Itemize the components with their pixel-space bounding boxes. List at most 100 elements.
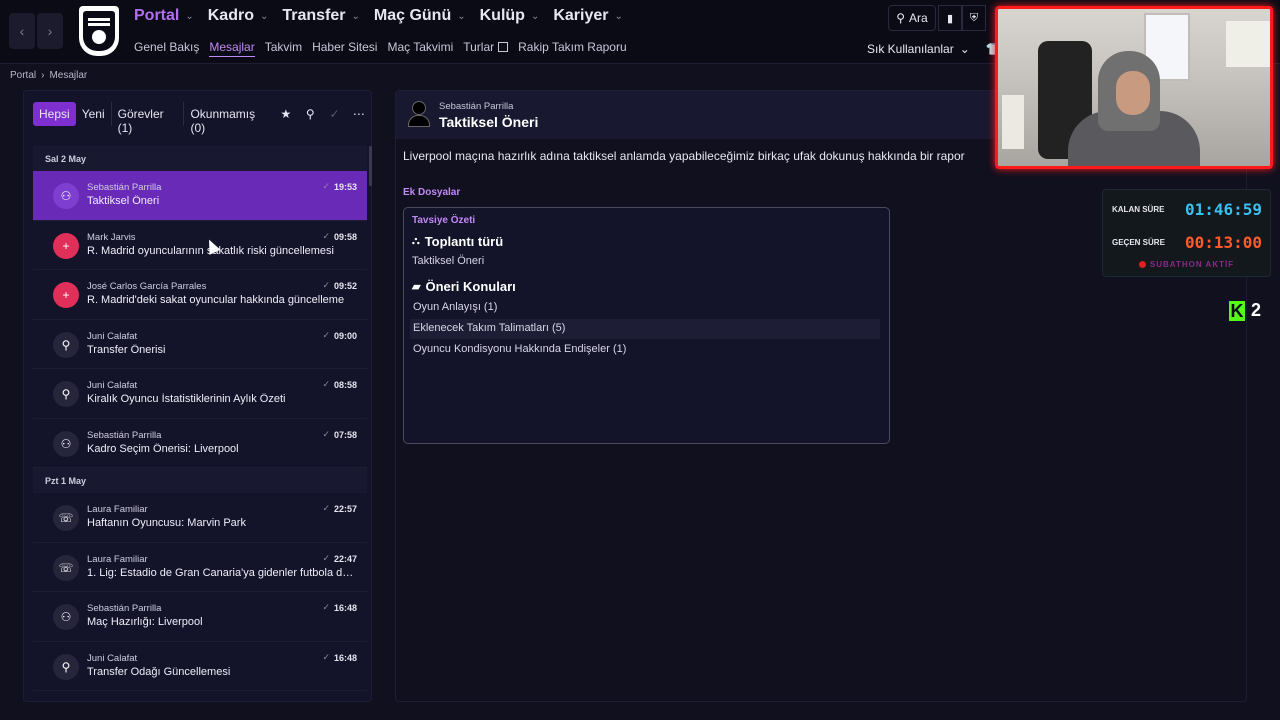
topic-row[interactable]: Oyun Anlayışı (1) [410,298,880,318]
subathon-status-label: SUBATHON AKTİF [1149,260,1235,269]
subnav-genel-bakis[interactable]: Genel Bakış [134,40,199,57]
msg-time: 16:48 [333,652,357,663]
club-crest-icon[interactable] [79,6,119,56]
read-check-icon: ✓ [322,503,330,513]
msg-subject: Taktiksel Öneri [87,195,160,207]
message-sender[interactable]: Sebastián Parrilla [439,101,513,112]
filter-okunmamis[interactable]: Okunmamış (0) [184,102,273,135]
msg-sender: Laura Familiar [87,504,148,515]
list-item[interactable]: + José Carlos García Parrales R. Madrid'… [33,270,367,320]
read-check-icon: ✓ [322,379,330,389]
subnav-mac-takvimi[interactable]: Maç Takvimi [387,40,453,57]
breadcrumb-portal[interactable]: Portal [10,70,36,81]
msg-time: 09:52 [333,281,357,291]
webcam-overlay [995,6,1273,169]
msg-time: 07:58 [333,429,357,440]
list-item[interactable]: + Mark Jarvis R. Madrid oyuncularının sa… [33,220,367,270]
scout-icon: ⚲ [53,331,79,358]
day-header: Pzt 1 May [33,468,367,493]
subnav-mesajlar[interactable]: Mesajlar [209,40,255,57]
msg-subject: Transfer Önerisi [87,343,166,356]
list-item[interactable]: ☏ Laura Familiar 1. Lig: Estadio de Gran… [33,542,367,592]
breadcrumb-current: Mesajlar [49,70,88,81]
team-icon: ⚇ [53,183,79,209]
day-header: Sal 2 May [33,146,367,171]
back-button[interactable]: ‹ [9,13,35,49]
chevron-down-icon: ⌄ [530,10,540,22]
msg-subject: Maç Hazırlığı: Liverpool [87,616,203,628]
subnav-turlar[interactable]: Turlar [463,40,509,57]
chevron-right-icon: › [41,70,45,81]
filter-gorevler[interactable]: Görevler (1) [112,102,185,135]
shield-icon: ⛨ [969,11,979,24]
nav-mac-gunu[interactable]: Maç Günü ⌄ [374,7,466,25]
attachments-label: Ek Dosyalar [403,187,461,198]
list-item[interactable]: ⚇ Sebastián Parrilla Taktiksel Öneri ✓ 1… [33,171,367,221]
card-title: Tavsiye Özeti [412,215,476,226]
msg-subject: R. Madrid'deki sakat oyuncular hakkında … [87,294,345,306]
press-icon: ☏ [53,554,79,581]
filter-hepsi[interactable]: Hepsi [33,102,76,126]
list-item[interactable]: ⚲ Juni Calafat Kiralık Oyuncu İstatistik… [33,369,367,419]
msg-sender: Mark Jarvis [87,231,136,243]
search-icon[interactable]: ⚲ [298,102,322,126]
nav-transfer[interactable]: Transfer ⌄ [282,7,360,25]
mark-read-icon[interactable]: ✓ [322,102,346,126]
list-item[interactable]: ⚇ Sebastián Parrilla Maç Hazırlığı: Live… [33,592,367,642]
subathon-status: SUBATHON AKTİF [1103,260,1270,269]
topic-row[interactable]: Oyuncu Kondisyonu Hakkında Endişeler (1) [410,340,880,360]
search-button[interactable]: ⚲ Ara [888,5,936,31]
msg-time: 22:57 [333,504,357,514]
subnav-takvim[interactable]: Takvim [265,40,302,57]
read-check-icon: ✓ [322,329,330,340]
message-subject: Taktiksel Öneri [439,114,539,130]
list-item[interactable]: ☏ Laura Familiar Haftanın Oyuncusu: Marv… [33,493,367,543]
medical-icon: + [53,232,79,259]
chevron-right-icon: › [47,23,53,39]
recommendation-card[interactable]: Tavsiye Özeti ⛬ Toplantı türü Taktiksel … [403,207,890,444]
speech-bubble-icon: ▰ [412,281,421,293]
nav-kariyer[interactable]: Kariyer ⌄ [553,7,623,25]
topic-row[interactable]: Eklenecek Takım Talimatları (5) [410,319,880,339]
msg-sender: Sebastián Parrilla [87,429,162,441]
list-item[interactable]: ⚇ Sebastián Parrilla Kadro Seçim Önerisi… [33,418,367,468]
list-scrollbar[interactable] [369,146,372,186]
search-label: Ara [909,11,928,25]
club-shield-button[interactable]: ⛨ [962,5,986,31]
meeting-heading-label: Toplantı türü [424,234,504,249]
chevron-left-icon: ‹ [19,23,25,39]
nav-portal[interactable]: Portal ⌄ [134,7,194,25]
topics-heading-label: Öneri Konuları [425,279,516,294]
stream-timer-widget: KALAN SÜRE 01:46:59 GEÇEN SÜRE 00:13:00 … [1102,189,1271,277]
forward-button[interactable]: › [37,13,63,49]
team-icon: ⚇ [53,604,79,630]
remaining-label: KALAN SÜRE [1112,205,1165,214]
chevron-down-icon: ⌄ [185,10,194,22]
nav-kadro[interactable]: Kadro ⌄ [208,7,269,25]
star-icon[interactable]: ★ [274,102,298,126]
filter-yeni[interactable]: Yeni [76,102,112,126]
msg-sender: Sebastián Parrilla [87,603,162,614]
msg-time: 09:58 [333,231,357,242]
chevron-down-icon: ⌄ [614,10,623,22]
message-list: Sal 2 May ⚇ Sebastián Parrilla Taktiksel… [33,146,367,691]
avatar[interactable] [408,101,430,129]
bookmark-button[interactable]: ▮ [938,5,962,31]
inbox-filters: Hepsi Yeni Görevler (1) Okunmamış (0) ★ … [33,102,371,135]
nav-kulup[interactable]: Kulüp ⌄ [480,7,540,25]
topics-heading: ▰ Öneri Konuları [412,279,516,294]
chevron-down-icon: ⌄ [457,10,466,22]
breadcrumb: Portal › Mesajlar [10,70,87,81]
msg-subject: Haftanın Oyuncusu: Marvin Park [87,517,246,529]
msg-sender: Juni Calafat [87,652,138,664]
list-item[interactable]: ⚲ Juni Calafat Transfer Odağı Güncelleme… [33,641,367,691]
main-nav: Portal ⌄ Kadro ⌄ Transfer ⌄ Maç Günü ⌄ Kulüp… [134,7,623,25]
favorites-menu[interactable]: Sık Kullanılanlar ⌄ 👕 [867,42,1001,56]
subnav-haber-sitesi[interactable]: Haber Sitesi [312,40,377,57]
more-icon[interactable]: ⋯ [347,102,371,126]
list-item[interactable]: ⚲ Juni Calafat Transfer Önerisi ✓ 09:00 [33,319,367,369]
subnav-rakip-takim-raporu[interactable]: Rakip Takım Raporu [518,40,627,57]
elapsed-label: GEÇEN SÜRE [1112,238,1165,247]
msg-sender: Laura Familiar [87,553,148,565]
msg-sender: Sebastián Parrilla [87,182,162,193]
